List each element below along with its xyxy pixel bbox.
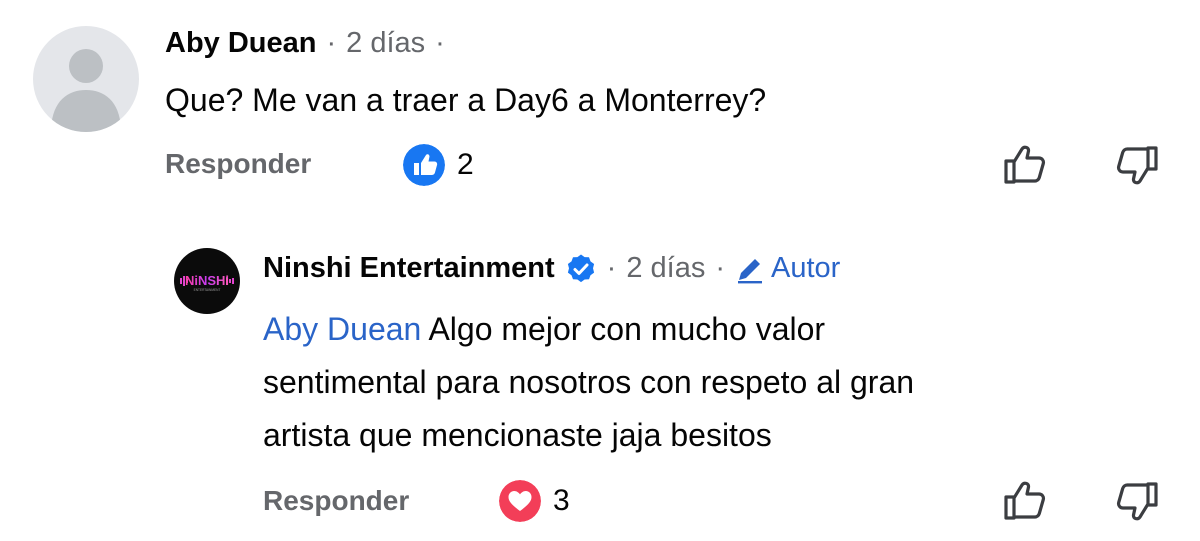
separator-dot: · xyxy=(606,252,617,284)
thumbs-down-icon[interactable] xyxy=(1112,476,1162,526)
verified-badge-icon xyxy=(567,254,594,282)
reply-button[interactable]: Responder xyxy=(165,148,311,180)
comment-text: Que? Me van a traer a Day6 a Monterrey? xyxy=(165,82,767,118)
reaction-summary[interactable]: 2 xyxy=(403,144,474,186)
pencil-icon xyxy=(738,258,762,283)
mention-link[interactable]: Aby Duean xyxy=(263,311,421,347)
reply-button[interactable]: Responder xyxy=(263,485,409,517)
ninshi-logo-icon: NiNSHi ENTERTAINMENT xyxy=(180,273,234,292)
reply-author[interactable]: Ninshi Entertainment xyxy=(263,252,555,285)
author-badge: Autor xyxy=(735,252,840,285)
comment-author[interactable]: Aby Duean xyxy=(165,27,316,60)
reaction-count: 2 xyxy=(457,148,474,181)
separator-dot: · xyxy=(326,27,337,59)
logo-wordmark: NiNSHi xyxy=(185,273,229,288)
author-badge-label: Autor xyxy=(771,252,841,284)
thumbs-up-icon[interactable] xyxy=(1000,476,1050,526)
comment-header: Aby Duean · 2 días · xyxy=(165,27,445,60)
comment-timestamp[interactable]: 2 días xyxy=(346,27,425,60)
thumbs-up-icon[interactable] xyxy=(1000,140,1050,190)
avatar-default[interactable] xyxy=(33,26,139,132)
separator-dot: · xyxy=(435,27,445,59)
reply-text-line: Aby Duean Algo mejor con mucho valor xyxy=(263,303,914,356)
logo-subtitle: ENTERTAINMENT xyxy=(194,288,221,292)
avatar-ninshi[interactable]: NiNSHi ENTERTAINMENT xyxy=(174,248,240,314)
separator-dot: · xyxy=(715,252,725,284)
thumbs-down-icon[interactable] xyxy=(1112,140,1162,190)
person-silhouette-icon xyxy=(51,49,121,132)
reply-text-line: artista que mencionaste jaja besitos xyxy=(263,417,772,453)
reply-header: Ninshi Entertainment · 2 días · Autor xyxy=(263,252,840,285)
reaction-summary[interactable]: 3 xyxy=(499,480,570,522)
love-icon xyxy=(499,480,541,522)
reply-text-line: sentimental para nosotros con respeto al… xyxy=(263,364,915,400)
reply-text: Aby Duean Algo mejor con mucho valor sen… xyxy=(263,303,914,462)
reply-timestamp[interactable]: 2 días xyxy=(626,252,705,285)
reaction-count: 3 xyxy=(553,484,570,517)
like-icon xyxy=(403,144,445,186)
reply-text-segment: Algo mejor con mucho valor xyxy=(421,311,826,347)
